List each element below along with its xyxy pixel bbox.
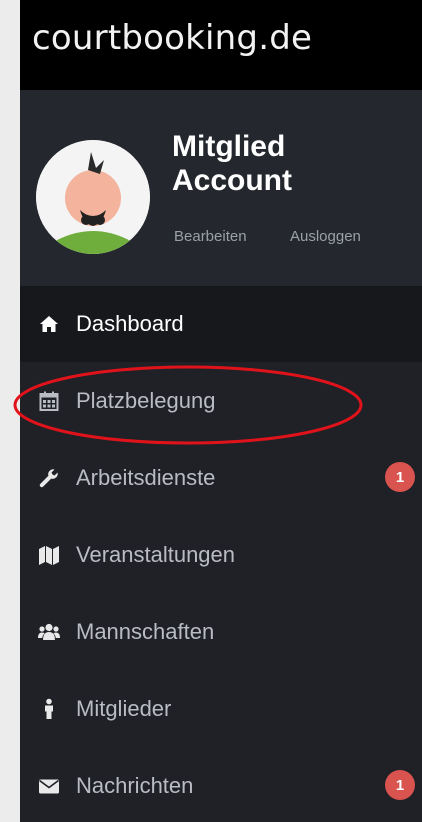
wrench-icon: [38, 467, 60, 489]
user-profile-panel: Mitglied Account Bearbeiten Ausloggen: [20, 90, 422, 286]
users-icon: [38, 621, 60, 643]
edit-profile-link[interactable]: Bearbeiten: [174, 228, 247, 245]
nav-label-platzbelegung: Platzbelegung: [76, 387, 216, 413]
user-name: Mitglied Account: [172, 130, 292, 197]
envelope-icon: [38, 775, 60, 797]
brand-logo-text[interactable]: courtbooking.de: [32, 18, 312, 58]
notification-badge-nachrichten: 1: [385, 770, 415, 800]
nav-item-veranstaltungen[interactable]: Veranstaltungen: [20, 516, 422, 593]
nav-item-dashboard[interactable]: Dashboard: [20, 286, 422, 362]
nav-item-nachrichten[interactable]: Nachrichten 1: [20, 747, 422, 822]
avatar[interactable]: [36, 140, 150, 254]
notification-badge-arbeitsdienste: 1: [385, 462, 415, 492]
person-icon: [38, 698, 60, 720]
main-nav: Dashboard Platzbelegung Arbeitsdienste 1…: [20, 286, 422, 822]
nav-label-arbeitsdienste: Arbeitsdienste: [76, 464, 216, 490]
calendar-icon: [38, 390, 60, 412]
nav-label-nachrichten: Nachrichten: [76, 772, 194, 798]
nav-item-platzbelegung[interactable]: Platzbelegung: [20, 362, 422, 439]
nav-label-dashboard: Dashboard: [76, 311, 184, 336]
avatar-illustration-icon: [36, 140, 150, 254]
brand-bar: courtbooking.de: [20, 0, 422, 90]
logout-link[interactable]: Ausloggen: [290, 228, 361, 245]
nav-label-mitglieder: Mitglieder: [76, 695, 172, 721]
nav-label-veranstaltungen: Veranstaltungen: [76, 541, 236, 567]
nav-item-mannschaften[interactable]: Mannschaften: [20, 593, 422, 670]
map-icon: [38, 544, 60, 566]
nav-label-mannschaften: Mannschaften: [76, 618, 215, 644]
sidebar: courtbooking.de Mitglied Account Bearbei…: [20, 0, 422, 822]
nav-item-mitglieder[interactable]: Mitglieder: [20, 670, 422, 747]
nav-item-arbeitsdienste[interactable]: Arbeitsdienste 1: [20, 439, 422, 516]
home-icon: [38, 313, 60, 335]
